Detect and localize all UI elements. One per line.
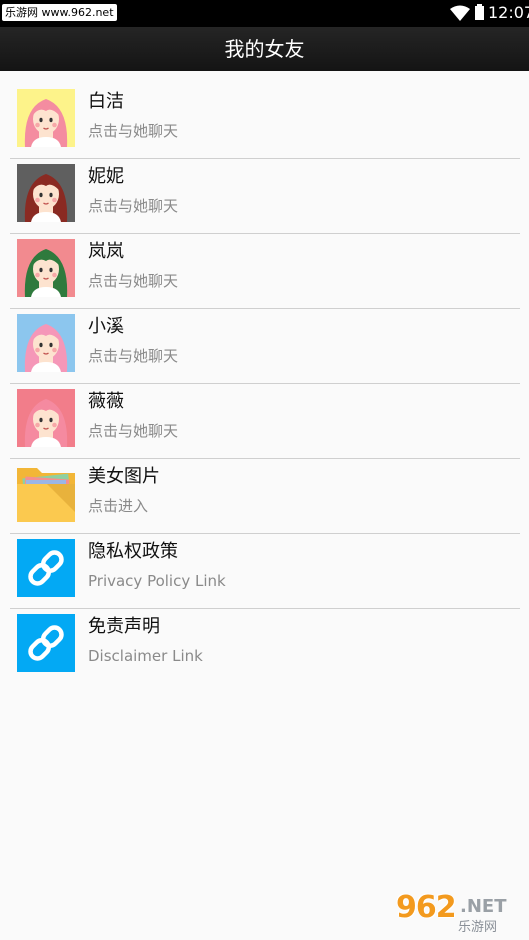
item-title: 薇薇 [88, 391, 124, 412]
logo-number: 962 [396, 890, 457, 925]
logo-domain: .NET [460, 896, 507, 917]
item-title: 美女图片 [88, 466, 160, 487]
item-title: 隐私权政策 [88, 541, 178, 562]
girl-avatar-icon [17, 89, 75, 147]
item-subtitle: 点击与她聊天 [88, 122, 179, 140]
item-title: 妮妮 [88, 166, 124, 187]
list-item-bai-jie[interactable]: 白洁 点击与她聊天 [0, 84, 529, 159]
status-bar: 乐游网 www.962.net 12:07 [0, 0, 529, 27]
list-item-lan-lan[interactable]: 岚岚 点击与她聊天 [0, 234, 529, 309]
list-item-wei-wei[interactable]: 薇薇 点击与她聊天 [0, 384, 529, 459]
girl-avatar-icon [17, 164, 75, 222]
item-title: 小溪 [88, 316, 124, 337]
item-subtitle: 点击与她聊天 [88, 347, 179, 365]
list-item-xiao-xi[interactable]: 小溪 点击与她聊天 [0, 309, 529, 384]
app-bar: 我的女友 [0, 27, 529, 71]
item-subtitle: Disclaimer Link [88, 647, 203, 665]
item-subtitle: 点击与她聊天 [88, 197, 179, 215]
list-item-photo-gallery[interactable]: 美女图片 点击进入 [0, 459, 529, 534]
status-time: 12:07 [488, 3, 529, 22]
item-title: 岚岚 [88, 241, 124, 262]
item-title: 免责声明 [88, 616, 160, 637]
girl-avatar-icon [17, 314, 75, 372]
item-subtitle: Privacy Policy Link [88, 572, 226, 590]
menu-list: 白洁 点击与她聊天 妮妮 点击与她聊天 岚岚 点击与她聊天 小溪 点击与她聊天 … [0, 84, 529, 684]
list-item-disclaimer[interactable]: 免责声明 Disclaimer Link [0, 609, 529, 684]
girl-avatar-icon [17, 239, 75, 297]
logo-site-name: 乐游网 [458, 920, 498, 935]
folder-icon [17, 464, 75, 522]
watermark-logo: 962 .NET 乐游网 [392, 890, 524, 935]
watermark-badge: 乐游网 www.962.net [2, 4, 117, 21]
link-icon [17, 614, 75, 672]
item-subtitle: 点击与她聊天 [88, 272, 179, 290]
girl-avatar-icon [17, 389, 75, 447]
page-title: 我的女友 [224, 37, 305, 61]
item-subtitle: 点击进入 [88, 497, 149, 515]
battery-icon [475, 4, 484, 20]
item-subtitle: 点击与她聊天 [88, 422, 179, 440]
wifi-icon [450, 5, 470, 25]
list-item-privacy-policy[interactable]: 隐私权政策 Privacy Policy Link [0, 534, 529, 609]
link-icon [17, 539, 75, 597]
list-item-ni-ni[interactable]: 妮妮 点击与她聊天 [0, 159, 529, 234]
item-title: 白洁 [88, 91, 124, 112]
